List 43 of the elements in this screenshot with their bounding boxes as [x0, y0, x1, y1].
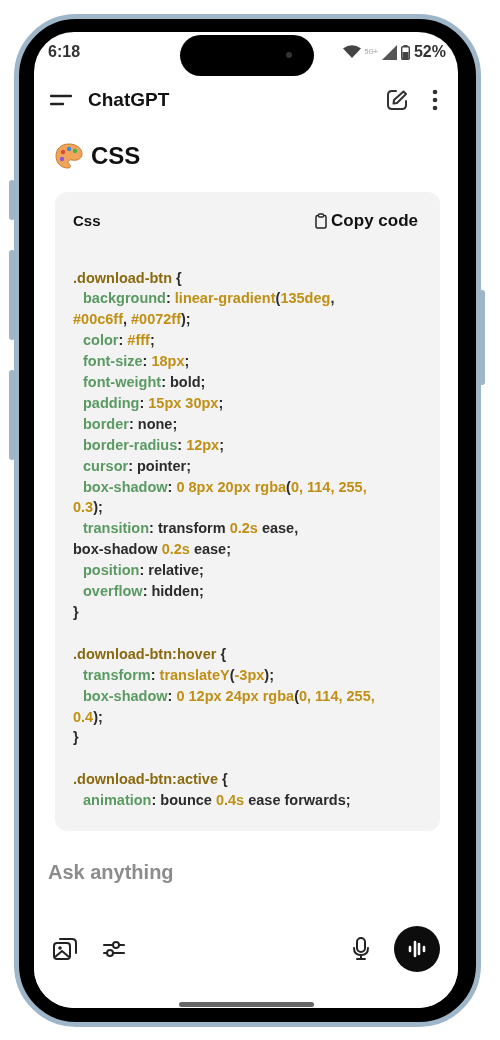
message-input[interactable]: Ask anything — [46, 856, 446, 888]
code-line: animation: bounce 0.4s ease forwards; — [82, 791, 352, 811]
battery-icon — [400, 44, 410, 60]
code-line: padding: 15px 30px; — [82, 393, 225, 413]
menu-icon[interactable] — [50, 93, 72, 107]
voice-mode-button[interactable] — [394, 926, 440, 972]
code-line: border-radius: 12px; — [82, 435, 226, 455]
code-line: position: relative; — [82, 561, 205, 581]
code-line: box-shadow 0.2s ease; — [73, 540, 232, 560]
microphone-button[interactable] — [352, 937, 370, 961]
code-line: transition: transform 0.2s ease, — [82, 519, 300, 539]
code-line: .download-btn:active { — [73, 770, 229, 790]
code-line: box-shadow: 0 12px 24px rgba(0, 114, 255, — [82, 686, 376, 706]
code-line: } — [73, 603, 80, 622]
code-language: Css — [73, 210, 101, 231]
waveform-icon — [407, 939, 427, 959]
code-line: font-weight: bold; — [82, 373, 207, 393]
conversation-title: CSS — [91, 141, 141, 171]
more-options-icon[interactable] — [432, 89, 438, 111]
code-line: #00c6ff, #0072ff); — [73, 310, 192, 330]
code-line: } — [73, 728, 80, 748]
code-line: border: none; — [82, 414, 179, 434]
code-line: font-size: 18px; — [82, 352, 191, 372]
signal-icon — [381, 44, 397, 60]
image-attach-button[interactable] — [52, 936, 78, 962]
code-line: .download-btn:hover { — [73, 644, 228, 664]
code-line: background: linear-gradient(135deg, — [82, 289, 336, 309]
wifi-icon — [342, 45, 361, 59]
clipboard-icon — [315, 212, 328, 229]
code-line: 0.3); — [73, 498, 104, 518]
battery-percent: 52% — [413, 42, 446, 62]
code-line: color: #fff; — [82, 331, 156, 351]
code-line: cursor: pointer; — [82, 456, 192, 476]
palette-icon — [55, 143, 83, 169]
status-time: 6:18 — [48, 42, 81, 62]
code-line: 0.4); — [73, 707, 104, 727]
code-line: box-shadow: 0 8px 20px rgba(0, 114, 255, — [82, 477, 368, 497]
code-line: .download-btn { — [73, 268, 183, 288]
app-title: ChatGPT — [88, 87, 170, 112]
code-line: overflow: hidden; — [82, 582, 205, 602]
code-line: transform: translateY(-3px); — [82, 665, 275, 685]
new-chat-icon[interactable] — [386, 89, 408, 111]
copy-code-button[interactable]: Copy code — [315, 208, 418, 234]
